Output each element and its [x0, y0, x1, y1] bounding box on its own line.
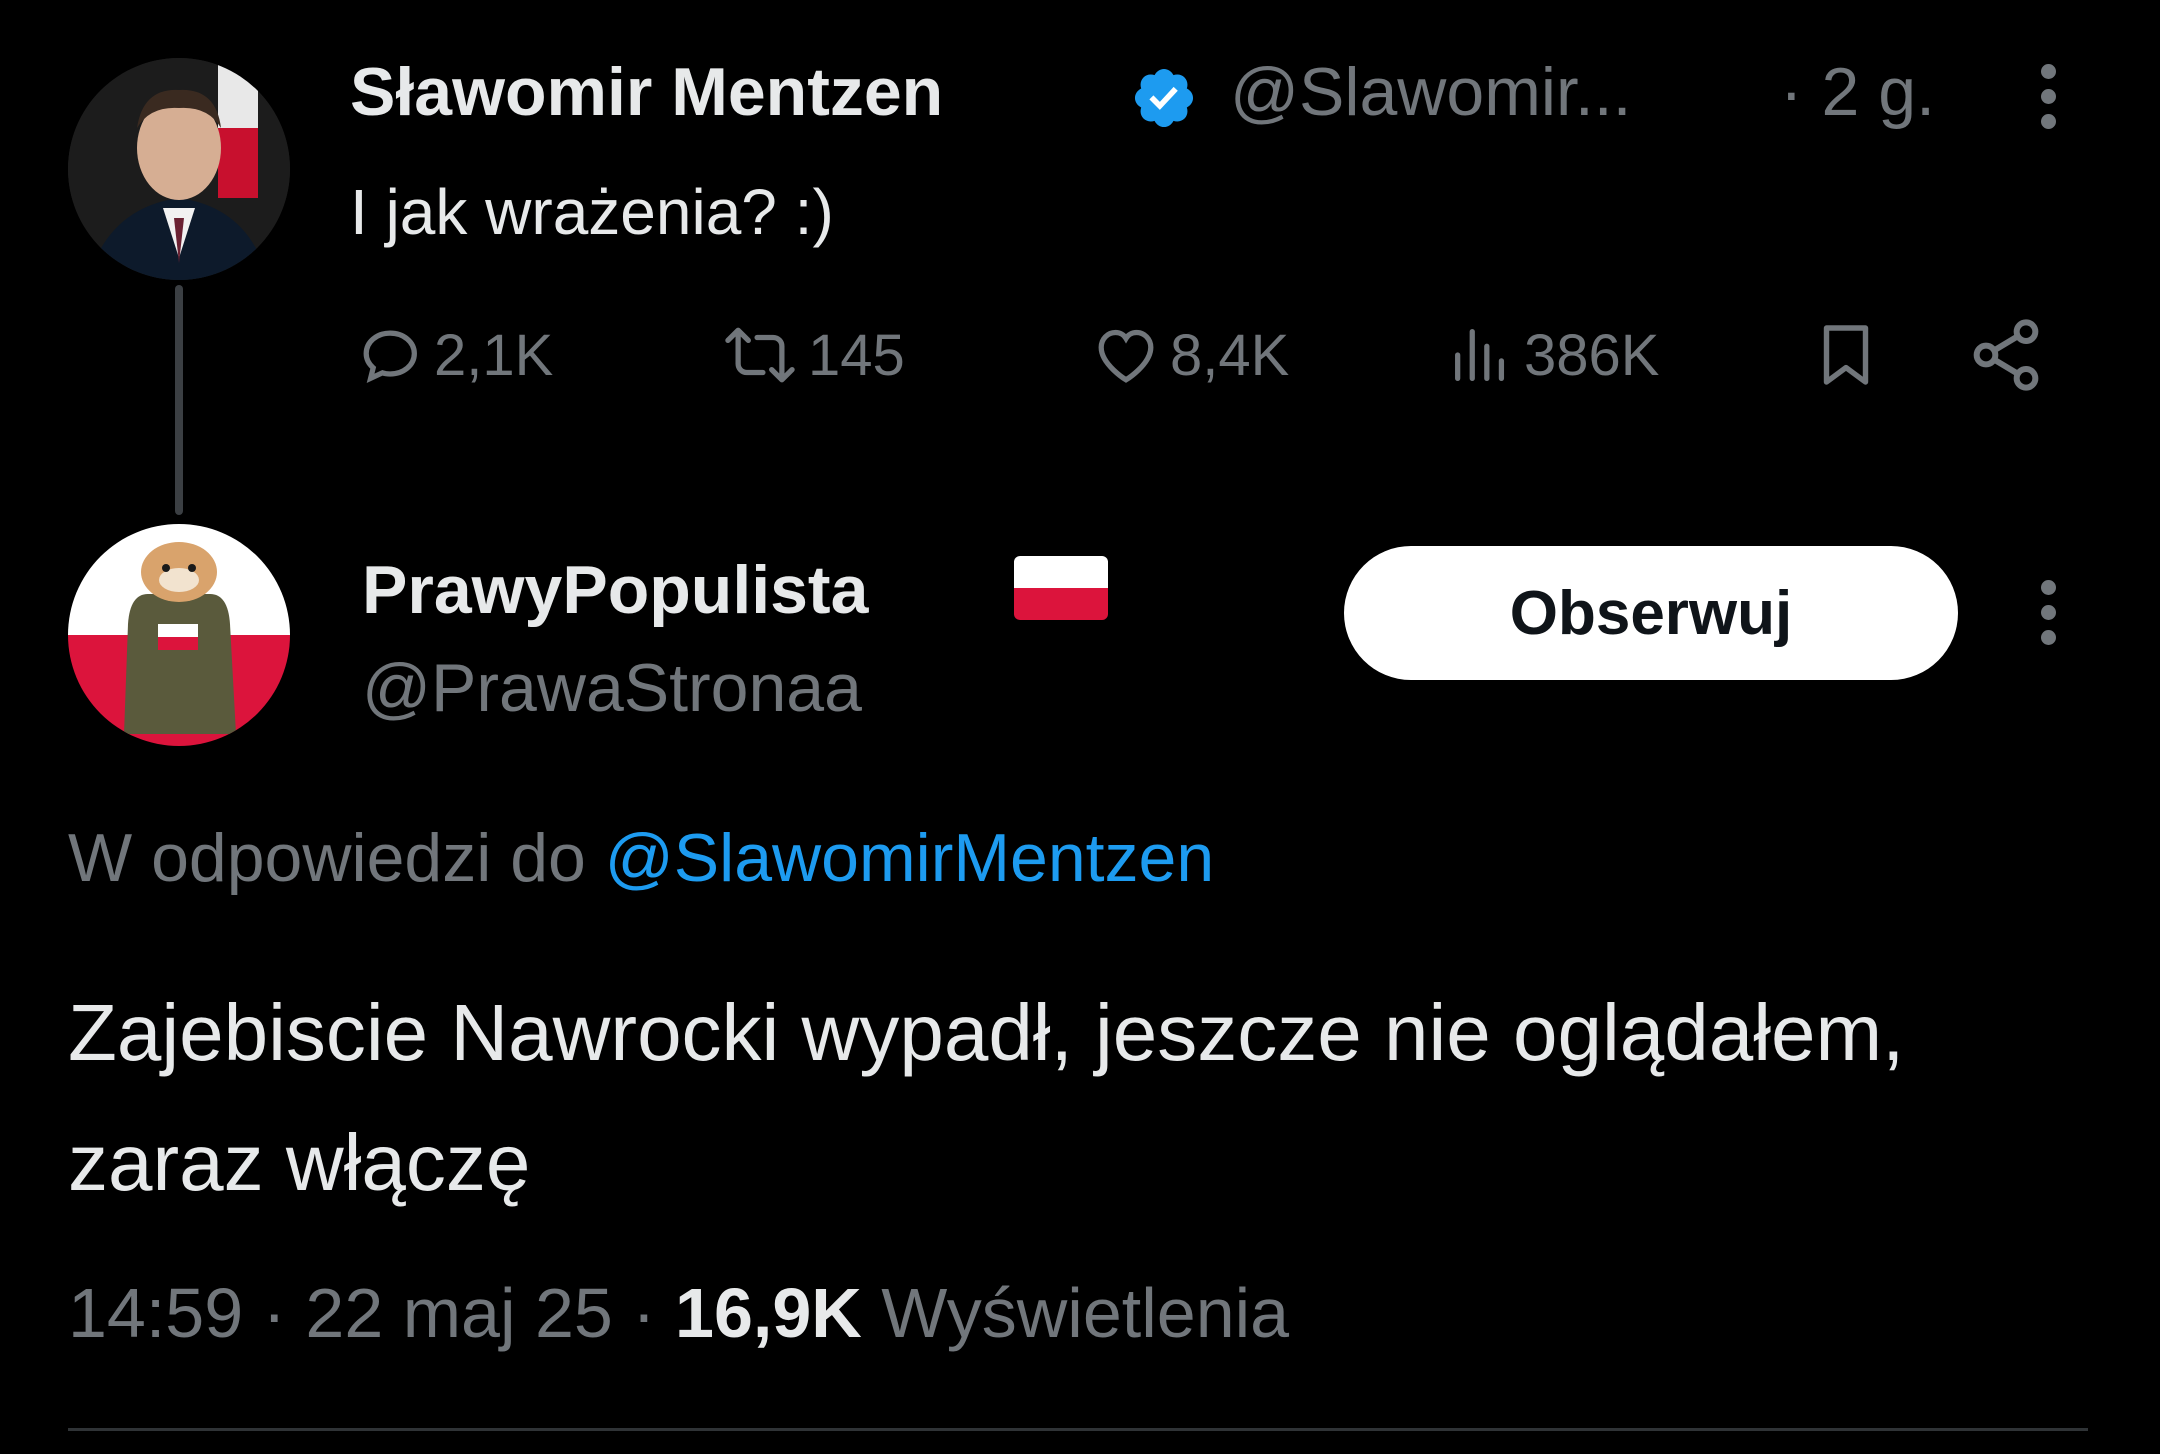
views-count: 386K [1524, 322, 1660, 388]
tweet-time[interactable]: 14:59 [68, 1274, 243, 1352]
like-count: 8,4K [1170, 322, 1290, 388]
reply-context: W odpowiedzi do @SlawomirMentzen [68, 816, 1214, 900]
views-label: Wyświetlenia [881, 1274, 1290, 1352]
reply-author-name[interactable]: PrawyPopulista [362, 548, 868, 632]
tweet-text: I jak wrażenia? :) [350, 176, 834, 248]
thread-line [175, 285, 183, 515]
repost-count: 145 [808, 322, 905, 388]
tweet-metadata: 14:59 · 22 maj 25 · 16,9K Wyświetlenia [68, 1268, 1289, 1358]
tweet-time[interactable]: · 2 g. [1780, 50, 1935, 134]
reply-icon [363, 330, 417, 384]
author-handle[interactable]: @Slawomir... [1230, 50, 1632, 134]
reply-tweet-text: Zajebiscie Nawrocki wypadł, jeszcze nie … [68, 988, 1905, 1207]
more-icon[interactable] [2036, 580, 2060, 660]
flag-poland-icon [1014, 556, 1108, 620]
verified-badge-icon [1130, 64, 1198, 132]
separator: · [262, 1274, 286, 1352]
repost-icon [725, 327, 795, 383]
bookmark-icon [1823, 325, 1869, 385]
more-icon[interactable] [2036, 64, 2060, 144]
author-avatar[interactable] [68, 58, 290, 280]
share-button[interactable] [1966, 310, 2046, 400]
repost-button[interactable]: 145 [720, 310, 905, 400]
reply-prefix: W odpowiedzi do [68, 820, 586, 896]
bookmark-button[interactable] [1810, 310, 1882, 400]
reply-button[interactable]: 2,1K [356, 310, 553, 400]
tweet-date[interactable]: 22 maj 25 [305, 1274, 612, 1352]
separator: · [632, 1274, 656, 1352]
author-name[interactable]: Sławomir Mentzen [350, 50, 943, 134]
like-icon [1098, 329, 1154, 383]
views-count: 16,9K [675, 1274, 862, 1352]
reply-author-handle[interactable]: @PrawaStronaa [362, 646, 862, 730]
divider [68, 1428, 2088, 1431]
follow-button[interactable]: Obserwuj [1344, 546, 1958, 680]
views-button[interactable]: 386K [1446, 310, 1659, 400]
share-icon [1973, 319, 2039, 391]
like-button[interactable]: 8,4K [1090, 310, 1289, 400]
reply-author-avatar[interactable] [68, 524, 290, 746]
views-icon [1455, 329, 1505, 381]
reply-count: 2,1K [434, 322, 554, 388]
reply-mention-link[interactable]: @SlawomirMentzen [605, 820, 1214, 896]
